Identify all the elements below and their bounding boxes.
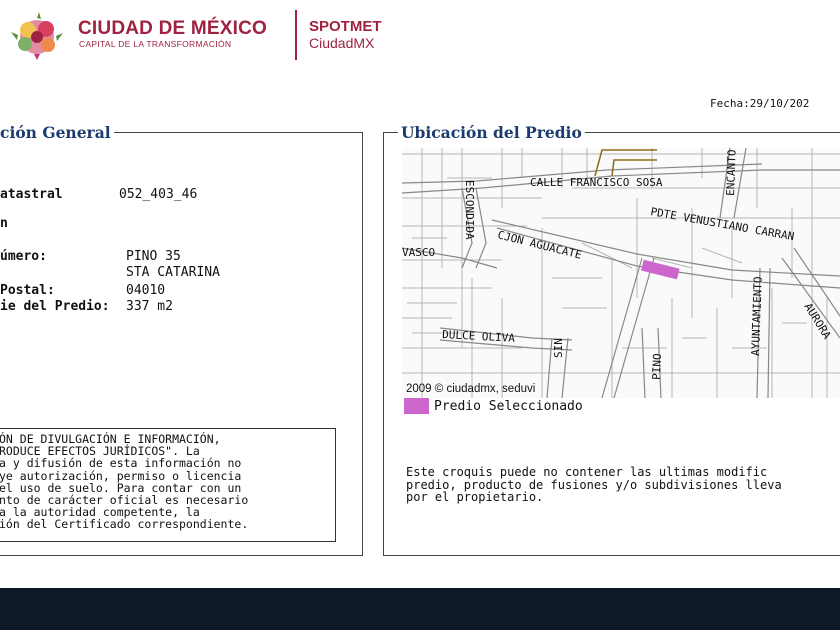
date-label: Fecha:29/10/202 [710,97,810,110]
map-note: Este croquis puede no contener las ultim… [406,466,840,504]
cuenta-catastral-value: 052_403_46 [119,187,198,202]
app-subtitle: CiudadMX [309,35,375,51]
location-map[interactable]: CALLE FRANCISCO SOSA ENCANTO ESCONDIDA P… [402,148,840,398]
map-credit: 2009 © ciudadmx, seduvi [406,383,536,395]
map-drawing: CALLE FRANCISCO SOSA ENCANTO ESCONDIDA P… [402,148,840,398]
disclaimer-text: ÓN DE DIVULGACIÓN E INFORMACIÓN, RODUCE … [0,433,327,531]
app-title: SPOTMET [309,18,382,35]
street-pino: PINO [650,353,664,380]
domicilio-label: úmero: [0,249,47,264]
logo-subtitle: CAPITAL DE LA TRANSFORMACIÓN [79,39,232,49]
disclaimer-line: ión del Certificado correspondiente. [0,517,249,532]
note-line: Este croquis puede no contener las ultim… [406,465,768,479]
logo-title: CIUDAD DE MÉXICO [78,18,267,39]
colonia-value: STA CATARINA [126,265,220,280]
note-line: por el propietario. [406,490,544,504]
cdmx-flower-logo-icon [11,12,63,60]
legend-label: Predio Seleccionado [434,399,583,414]
general-info-title: ción General [0,123,114,142]
street-escondida: ESCONDIDA [463,180,476,240]
codigo-postal-value: 04010 [126,283,166,298]
selected-lot-swatch [404,398,429,414]
site-header: CIUDAD DE MÉXICO CAPITAL DE LA TRANSFORM… [0,0,840,80]
street-encanto: ENCANTO [724,149,739,196]
codigo-postal-label: Postal: [0,283,55,298]
street-vasco: VASCO [402,246,435,259]
street-francisco-sosa: CALLE FRANCISCO SOSA [530,176,663,189]
disclaimer-box: ÓN DE DIVULGACIÓN E INFORMACIÓN, RODUCE … [0,428,336,542]
street-cjon-aguacate: CJON AGUACATE [496,228,583,261]
section-label: n [0,216,8,231]
logo-divider [295,10,297,60]
cuenta-catastral-label: atastral [0,187,63,202]
superficie-value: 337 m2 [126,299,173,314]
domicilio-street: PINO 35 [126,249,181,264]
street-ayuntamiento: AYUNTAMIENTO [749,276,765,356]
street-sin: SIN [552,338,565,358]
page-footer [0,588,840,630]
superficie-label: ie del Predio: [0,299,110,314]
disclaimer-line: a y difusión de esta información no [0,456,242,471]
street-dulce-oliva: DULCE OLIVA [442,328,516,345]
disclaimer-line: ye autorización, permiso o licencia [0,468,242,483]
street-venustiano: PDTE VENUSTIANO CARRAN [649,205,795,243]
location-title: Ubicación del Predio [398,123,585,142]
